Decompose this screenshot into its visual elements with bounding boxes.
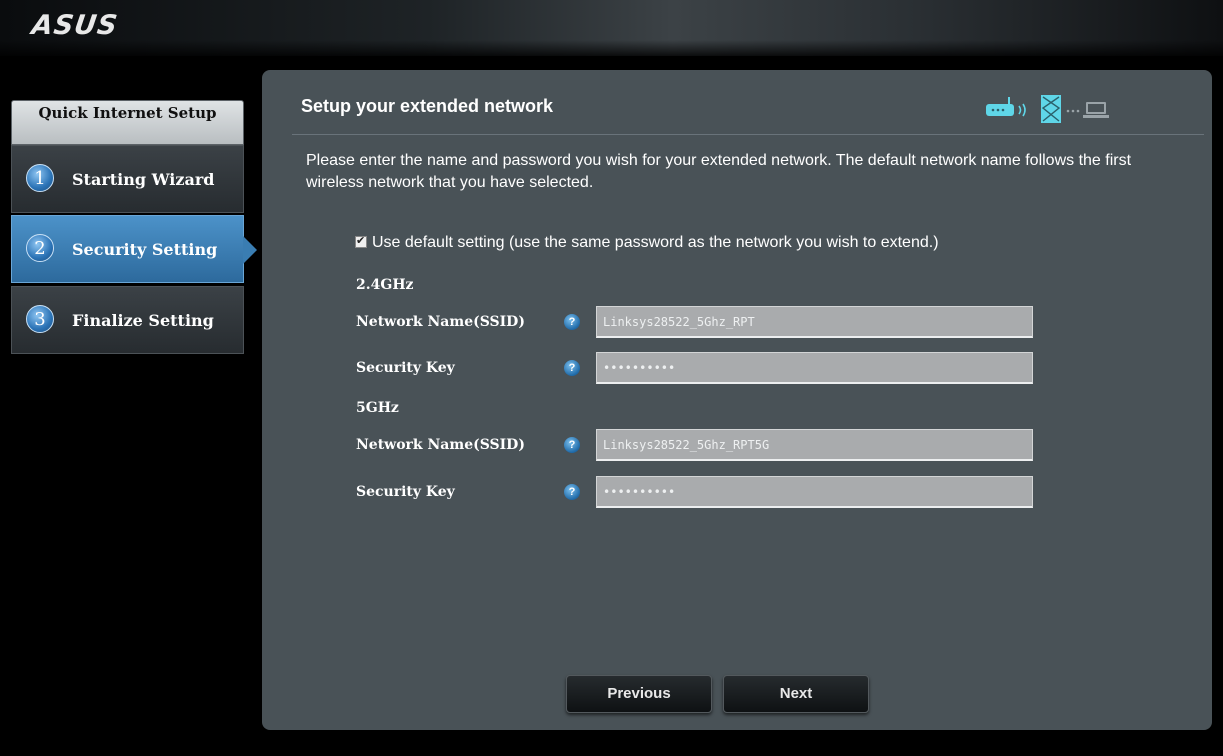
key-input-24ghz[interactable]: ••••••••••: [596, 352, 1033, 384]
step-label: Finalize Setting: [72, 311, 214, 330]
help-icon-ssid-5ghz[interactable]: ?: [564, 437, 580, 453]
help-icon-key-24ghz[interactable]: ?: [564, 360, 580, 376]
ssid-label-24ghz: Network Name(SSID): [356, 314, 525, 330]
ssid-label-5ghz: Network Name(SSID): [356, 437, 525, 453]
main-panel: Setup your extended network Please enter…: [262, 70, 1212, 730]
sidebar-step-security-setting[interactable]: 2 Security Setting: [11, 215, 257, 283]
sidebar-step-starting-wizard[interactable]: 1 Starting Wizard: [11, 145, 244, 213]
description-text: Please enter the name and password you w…: [306, 152, 1132, 191]
link-dots: [1066, 109, 1080, 113]
next-button[interactable]: Next: [723, 675, 869, 713]
step-label: Security Setting: [72, 240, 218, 259]
step-number-badge: 3: [26, 305, 54, 333]
ssid-input-5ghz[interactable]: Linksys28522_5Ghz_RPT5G: [596, 429, 1033, 461]
sidebar-step-finalize-setting[interactable]: 3 Finalize Setting: [11, 286, 244, 354]
step-number-badge: 2: [26, 234, 54, 262]
asus-logo: ASUS: [29, 10, 120, 41]
previous-button[interactable]: Previous: [566, 675, 712, 713]
sidebar-header: Quick Internet Setup: [11, 100, 244, 145]
help-icon-key-5ghz[interactable]: ?: [564, 484, 580, 500]
laptop-icon: [1083, 102, 1109, 118]
default-setting-checkbox[interactable]: [355, 234, 367, 248]
top-banner: ASUS: [0, 0, 1223, 56]
key-input-5ghz[interactable]: ••••••••••: [596, 476, 1033, 508]
key-label-24ghz: Security Key: [356, 360, 455, 376]
title-divider: [292, 134, 1204, 135]
repeater-icon: [1041, 95, 1061, 123]
network-topology-icon: [986, 95, 1109, 123]
default-setting-label: Use default setting (use the same passwo…: [372, 234, 939, 251]
band-label-5ghz: 5GHz: [356, 400, 399, 416]
ssid-input-24ghz[interactable]: Linksys28522_5Ghz_RPT: [596, 306, 1033, 338]
page-title: Setup your extended network: [301, 96, 554, 116]
step-label: Starting Wizard: [72, 170, 215, 189]
band-label-24ghz: 2.4GHz: [356, 277, 414, 293]
router-icon: [986, 97, 1014, 116]
default-setting-row[interactable]: Use default setting (use the same passwo…: [355, 234, 939, 252]
step-number-badge: 1: [26, 164, 54, 192]
wifi-signal-icon: [1018, 103, 1026, 117]
key-label-5ghz: Security Key: [356, 484, 455, 500]
help-icon-ssid-24ghz[interactable]: ?: [564, 314, 580, 330]
